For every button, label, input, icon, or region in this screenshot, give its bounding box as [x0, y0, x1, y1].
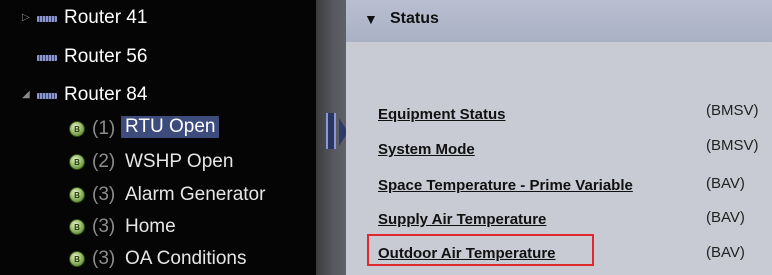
splitter-handle[interactable] — [326, 113, 336, 149]
bacnet-device-icon: B — [69, 219, 85, 235]
property-row: Supply Air Temperature (BAV) — [346, 205, 772, 235]
device-index: (3) — [92, 216, 116, 237]
tree-item-device[interactable]: B (1) RTU Open — [0, 112, 316, 146]
bacnet-device-icon: B — [69, 121, 85, 137]
collapse-arrow-icon[interactable]: ◢ — [22, 89, 30, 100]
device-index: (3) — [92, 248, 116, 269]
property-type: (BAV) — [706, 175, 745, 192]
device-label: Alarm Generator — [125, 184, 266, 205]
collapse-caret-icon[interactable]: ▼ — [364, 11, 378, 27]
device-index: (2) — [92, 151, 116, 172]
network-tree: ▷ Router 41 Router 56 ◢ Router 84 B (1) … — [0, 0, 316, 275]
tree-item-device[interactable]: B (3) Alarm Generator — [0, 178, 316, 212]
property-row: System Mode (BMSV) — [346, 135, 772, 165]
property-row: Equipment Status (BMSV) — [346, 100, 772, 130]
property-type: (BMSV) — [706, 137, 759, 154]
property-type: (BMSV) — [706, 102, 759, 119]
property-type: (BAV) — [706, 209, 745, 226]
tree-item-router-41[interactable]: ▷ Router 41 — [0, 2, 316, 36]
bacnet-device-icon: B — [69, 187, 85, 203]
properties-panel: ▼ Status Equipment Status (BMSV) System … — [346, 0, 772, 275]
property-link[interactable]: System Mode — [378, 141, 475, 158]
property-link[interactable]: Equipment Status — [378, 106, 506, 123]
property-type: (BAV) — [706, 244, 745, 261]
device-label: Home — [125, 216, 176, 237]
highlight-box — [367, 234, 594, 266]
device-label: OA Conditions — [125, 248, 247, 269]
router-label: Router 41 — [64, 7, 148, 28]
router-icon — [37, 16, 57, 22]
router-icon — [37, 55, 57, 61]
tree-item-router-56[interactable]: Router 56 — [0, 41, 316, 75]
tree-item-device[interactable]: B (2) WSHP Open — [0, 145, 316, 179]
property-link[interactable]: Supply Air Temperature — [378, 211, 546, 228]
bacnet-device-icon: B — [69, 154, 85, 170]
expand-arrow-icon[interactable]: ▷ — [22, 12, 30, 23]
device-index: (3) — [92, 184, 116, 205]
tree-item-device[interactable]: B (3) Home — [0, 210, 316, 244]
status-section-header[interactable]: ▼ Status — [346, 0, 772, 42]
property-row: Space Temperature - Prime Variable (BAV) — [346, 171, 772, 201]
property-link[interactable]: Space Temperature - Prime Variable — [378, 177, 633, 194]
router-label: Router 56 — [64, 46, 148, 67]
section-title: Status — [390, 10, 439, 27]
bacnet-device-icon: B — [69, 251, 85, 267]
router-label: Router 84 — [64, 84, 148, 105]
device-label: WSHP Open — [125, 151, 234, 172]
tree-item-device[interactable]: B (3) OA Conditions — [0, 242, 316, 275]
router-icon — [37, 93, 57, 99]
tree-item-router-84[interactable]: ◢ Router 84 — [0, 79, 316, 113]
device-label: RTU Open — [121, 116, 220, 138]
device-index: (1) — [92, 118, 116, 139]
